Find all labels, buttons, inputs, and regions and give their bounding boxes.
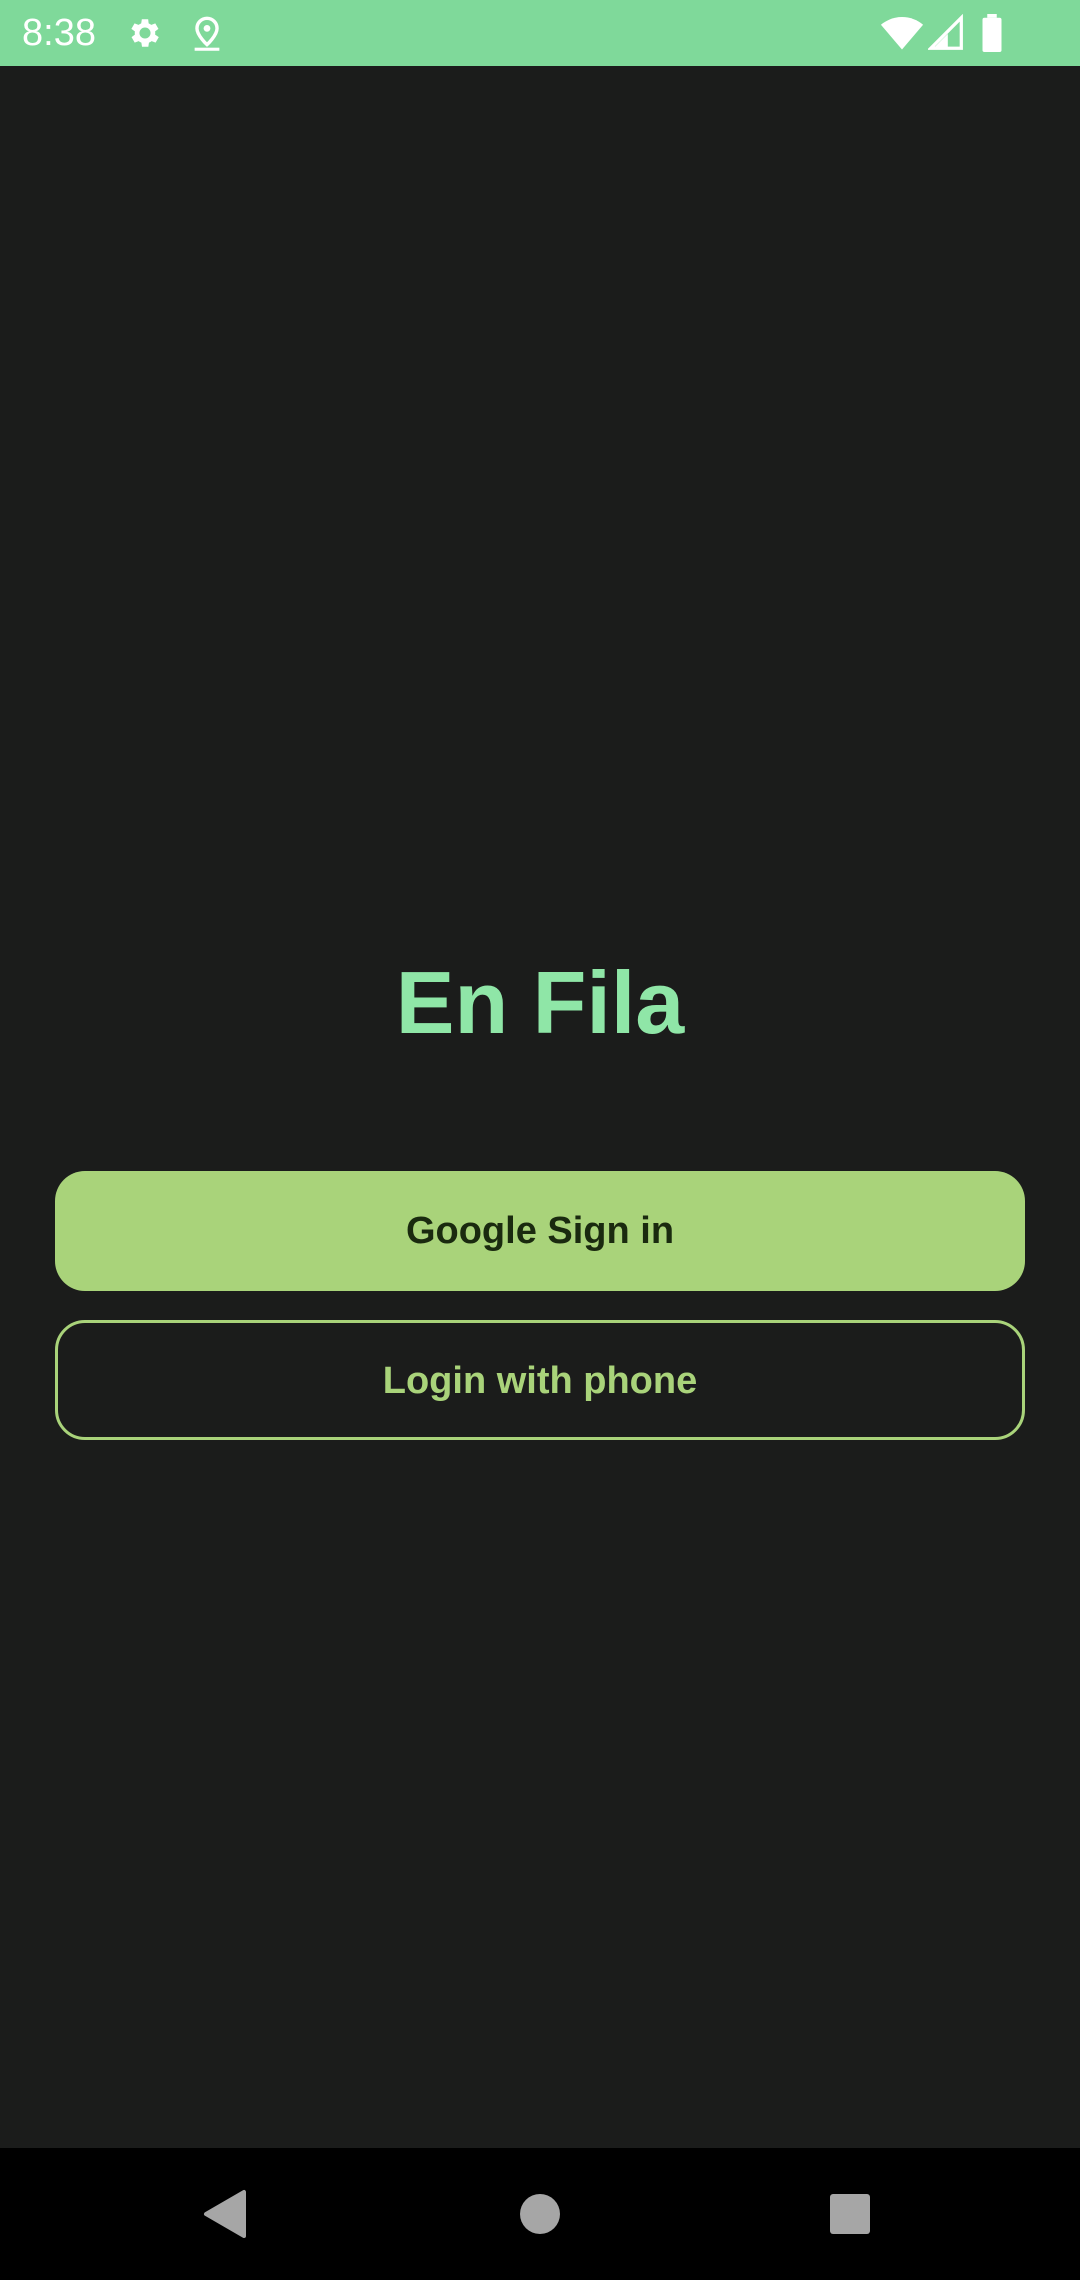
app-title: En Fila: [395, 953, 685, 1052]
login-screen: 8:38 En Fila Google Sign in Login with p…: [0, 0, 1080, 2280]
google-sign-in-button[interactable]: Google Sign in: [55, 1171, 1025, 1291]
wifi-icon: [880, 14, 924, 52]
gear-icon: [126, 14, 164, 52]
location-pin-icon: [190, 14, 224, 52]
navigation-bar: [0, 2148, 1080, 2280]
recents-icon[interactable]: [784, 2148, 916, 2280]
back-icon[interactable]: [160, 2148, 292, 2280]
home-icon[interactable]: [474, 2148, 606, 2280]
status-time: 8:38: [22, 12, 96, 54]
status-bar: 8:38: [0, 0, 1080, 66]
battery-icon: [980, 14, 1004, 52]
cellular-signal-icon: [928, 14, 964, 52]
login-with-phone-button[interactable]: Login with phone: [55, 1320, 1025, 1440]
